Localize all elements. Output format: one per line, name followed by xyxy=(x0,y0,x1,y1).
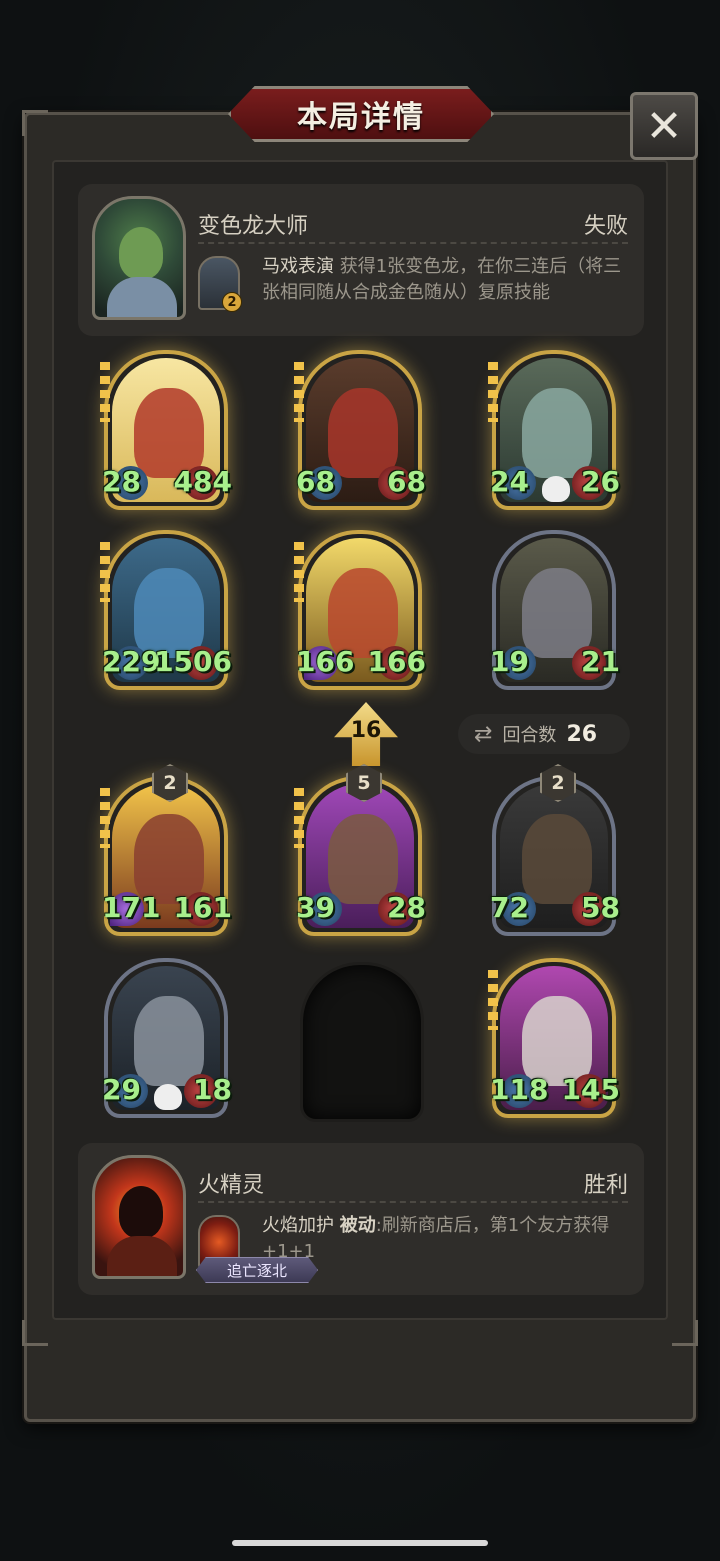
card-health: 484 xyxy=(173,465,232,498)
card-health: 58 xyxy=(581,891,620,924)
minion-card[interactable]: 24 26 xyxy=(488,350,620,510)
opponent-result: 失败 xyxy=(583,214,628,239)
card-attack: 72 xyxy=(490,891,529,924)
turn-counter-label: 回合数 xyxy=(502,725,557,746)
card-health: 145 xyxy=(561,1073,620,1106)
card-health: 68 xyxy=(387,465,426,498)
close-button[interactable]: ✕ xyxy=(630,92,698,160)
minion-card[interactable]: 2 171 161 xyxy=(100,764,232,936)
skill-level-badge: 2 xyxy=(222,292,242,312)
card-attack: 29 xyxy=(102,1073,141,1106)
portrait-face xyxy=(119,227,163,279)
page-title: 本局详情 xyxy=(297,100,425,135)
card-health: 1506 xyxy=(154,645,232,678)
minion-card[interactable]: 29 18 xyxy=(102,958,232,1118)
swap-arrows-icon: ⇄ xyxy=(474,721,493,747)
minion-card[interactable]: 229 1506 xyxy=(100,530,232,690)
star-markers xyxy=(294,542,304,602)
skull-icon xyxy=(542,476,570,502)
panel-corner xyxy=(22,110,48,136)
card-health: 18 xyxy=(193,1073,232,1106)
card-health: 161 xyxy=(173,891,232,924)
minion-card[interactable]: 2 72 58 xyxy=(490,764,620,936)
minion-card[interactable]: 166 166 xyxy=(294,530,426,690)
player-result: 胜利 xyxy=(583,1173,628,1198)
close-icon: ✕ xyxy=(645,100,683,152)
empty-slot xyxy=(300,962,424,1122)
portrait-body xyxy=(107,1236,177,1276)
card-health: 21 xyxy=(581,645,620,678)
turn-counter-value: 26 xyxy=(566,721,598,747)
card-attack: 171 xyxy=(102,891,161,924)
card-attack: 28 xyxy=(102,465,141,498)
star-markers xyxy=(100,542,110,602)
hero-skill-name: 马戏表演 xyxy=(262,256,334,277)
card-attack: 229 xyxy=(102,645,161,678)
card-health: 28 xyxy=(387,891,426,924)
turn-counter: ⇄ 回合数 26 xyxy=(458,714,630,754)
card-attack: 39 xyxy=(296,891,335,924)
divider xyxy=(198,1201,628,1203)
skull-icon xyxy=(154,1084,182,1110)
player-portrait[interactable] xyxy=(92,1155,186,1279)
opponent-portrait[interactable] xyxy=(92,196,186,320)
minion-card[interactable]: 118 145 xyxy=(488,958,620,1118)
card-health: 26 xyxy=(581,465,620,498)
card-health: 166 xyxy=(367,645,426,678)
player-info: 火精灵 胜利 火焰加护 被动:刷新商店后，第1个友方获得+1+1 追亡逐北 xyxy=(78,1143,644,1295)
hero-skill-passive: 被动 xyxy=(339,1215,376,1236)
star-markers xyxy=(294,788,304,848)
divider xyxy=(198,242,628,244)
minion-card[interactable]: 28 484 xyxy=(100,350,232,510)
opponent-info: 变色龙大师 失败 2 马戏表演 获得1张变色龙，在你三连后（将三张相同随从合成金… xyxy=(78,184,644,336)
minion-card[interactable]: 5 39 28 xyxy=(294,764,426,936)
minion-card[interactable]: 19 21 xyxy=(490,530,620,690)
portrait-body xyxy=(107,277,177,317)
card-attack: 24 xyxy=(490,465,529,498)
opponent-name: 变色龙大师 xyxy=(198,214,309,239)
round-arrow-value: 16 xyxy=(350,718,382,743)
home-indicator[interactable] xyxy=(232,1540,488,1546)
card-attack: 118 xyxy=(490,1073,549,1106)
card-attack: 19 xyxy=(490,645,529,678)
panel-corner xyxy=(672,1320,698,1346)
card-attack: 166 xyxy=(296,645,355,678)
star-markers xyxy=(100,362,110,422)
title-banner: 本局详情 xyxy=(228,86,494,142)
card-attack: 68 xyxy=(296,465,335,498)
hero-skill-description: 马戏表演 获得1张变色龙，在你三连后（将三张相同随从合成金色随从）复原技能 xyxy=(262,254,632,306)
hero-skill-name: 火焰加护 xyxy=(262,1215,334,1236)
portrait-face xyxy=(119,1186,163,1238)
trait-tag[interactable]: 追亡逐北 xyxy=(196,1257,318,1283)
player-name: 火精灵 xyxy=(198,1173,265,1198)
hero-skill-description: 火焰加护 被动:刷新商店后，第1个友方获得+1+1 xyxy=(262,1213,632,1265)
star-markers xyxy=(488,362,498,422)
minion-card[interactable]: 68 68 xyxy=(294,350,426,510)
star-markers xyxy=(100,788,110,848)
panel-corner xyxy=(22,1320,48,1346)
star-markers xyxy=(294,362,304,422)
star-markers xyxy=(488,970,498,1030)
